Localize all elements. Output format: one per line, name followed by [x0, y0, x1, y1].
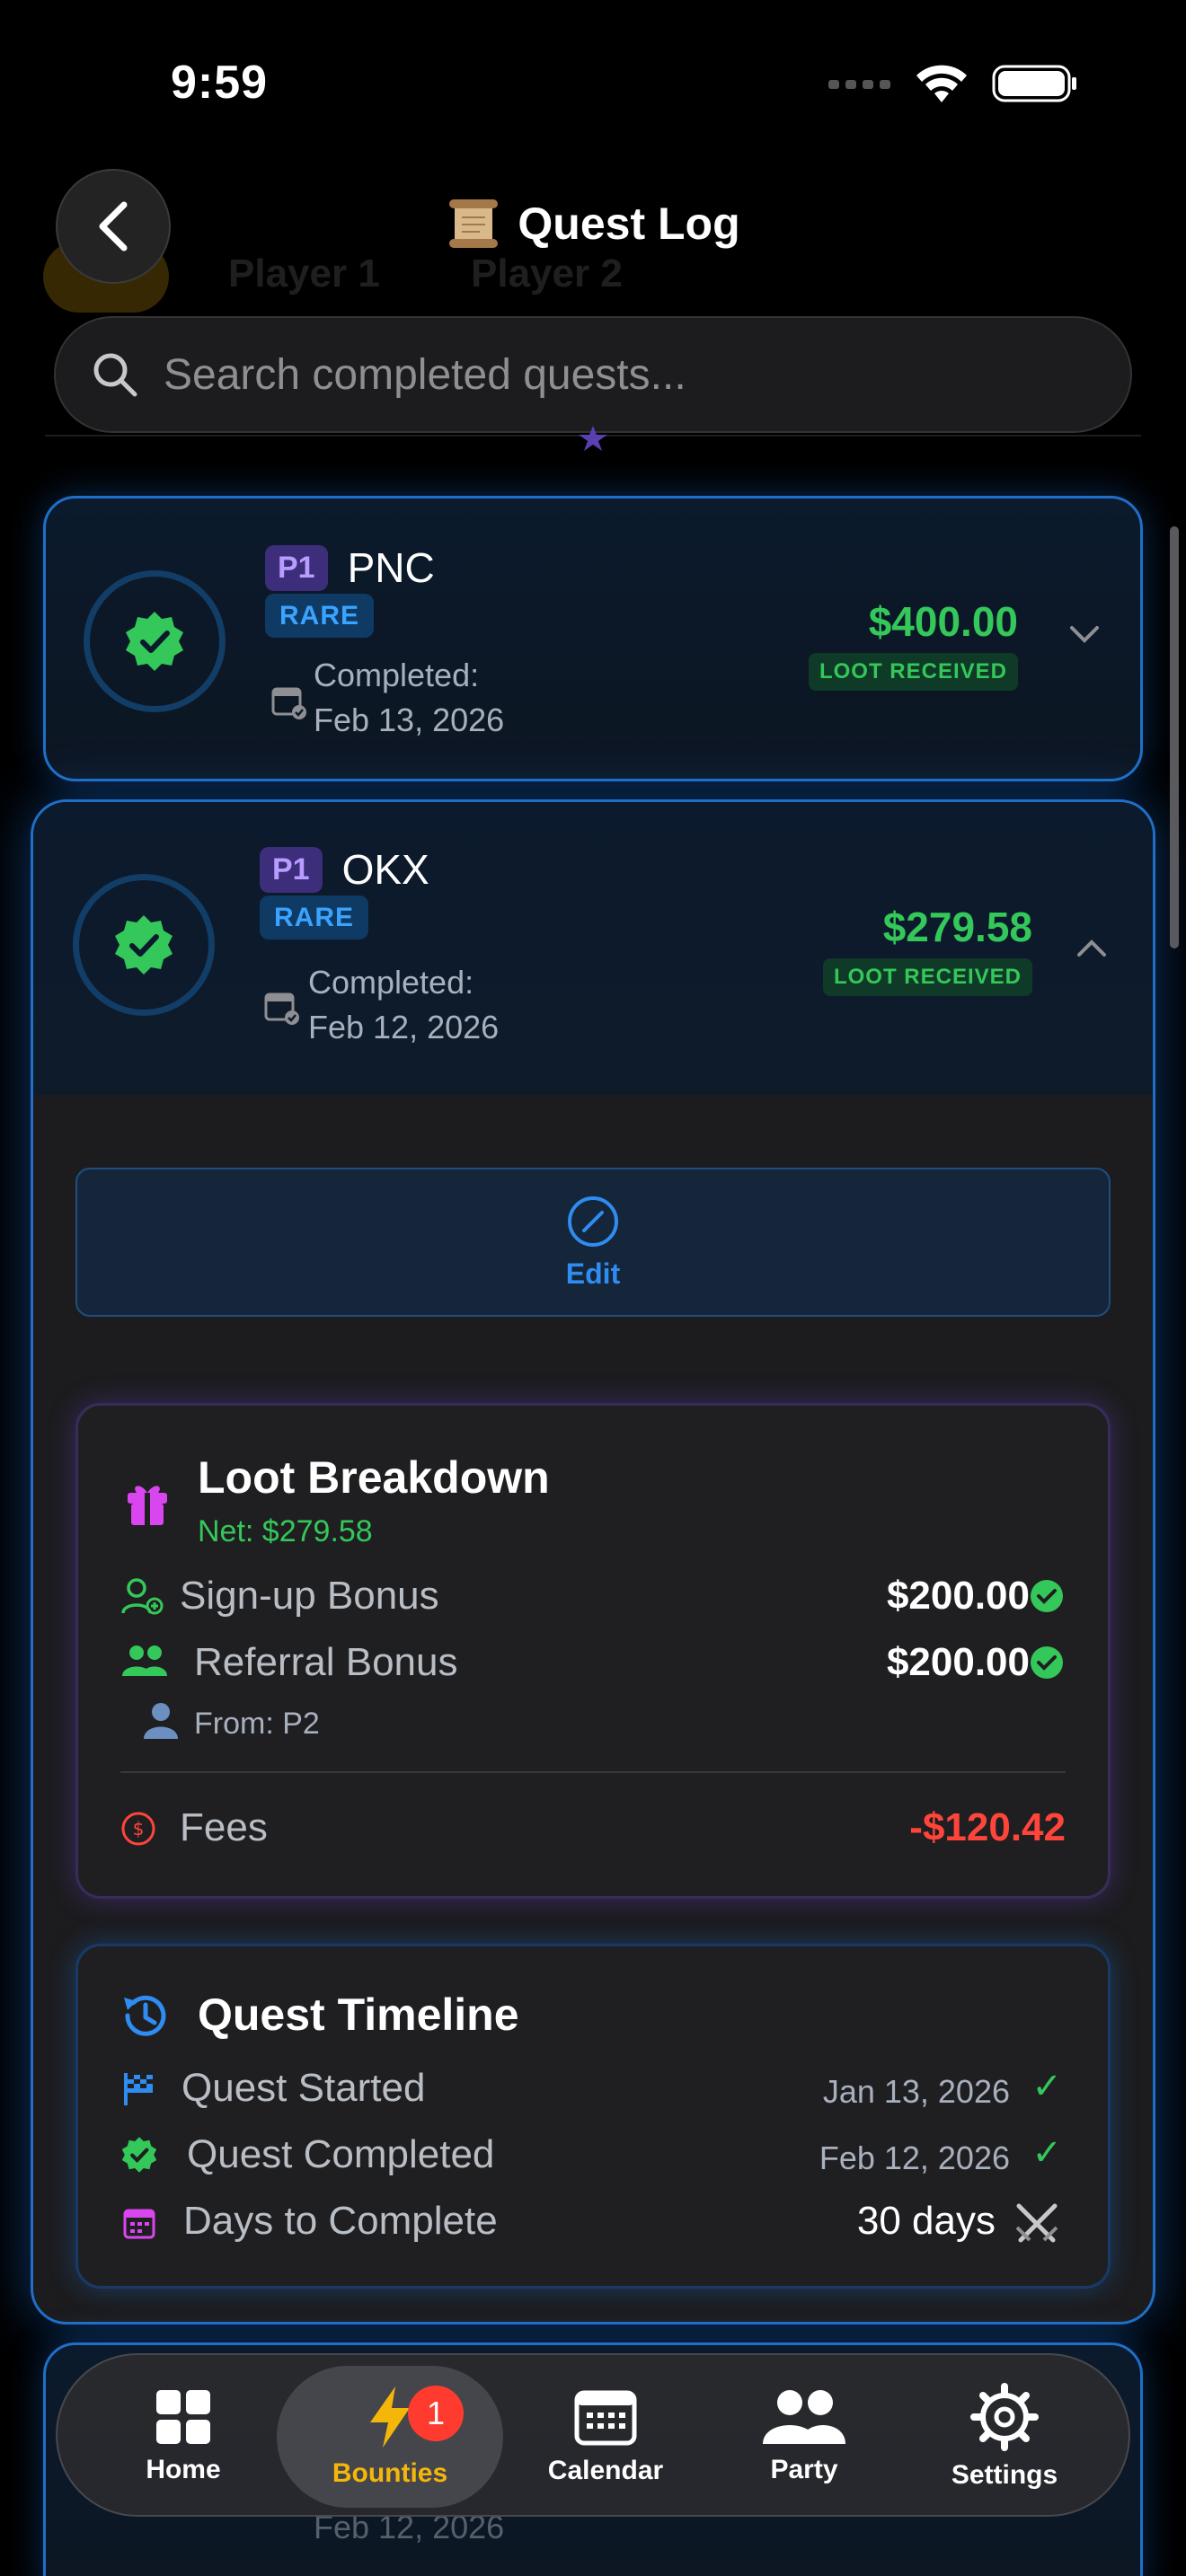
edit-label: Edit	[565, 1257, 621, 1290]
tab-home-label: Home	[146, 2455, 221, 2484]
quest-completed-date: Feb 12, 2026	[819, 2139, 1010, 2176]
rarity-badge: RARE	[260, 895, 369, 940]
loot-breakdown-title: Loot Breakdown	[198, 1452, 550, 1503]
completed-info: Completed: Feb 13, 2026	[314, 653, 504, 743]
star-icon	[579, 426, 607, 451]
loot-net: Net: $279.58	[198, 1514, 373, 1548]
rarity-badge: RARE	[265, 594, 375, 638]
completed-ring	[84, 570, 226, 712]
tab-home[interactable]: Home	[93, 2355, 273, 2519]
completed-date: Feb 13, 2026	[314, 701, 505, 738]
fees-label: Fees	[180, 1805, 268, 1849]
chevron-down-icon[interactable]	[1068, 624, 1101, 646]
verified-badge-icon	[121, 2137, 157, 2173]
loot-divider	[120, 1771, 1066, 1773]
quest-name: OKX	[341, 846, 429, 893]
quest-completed-label: Quest Completed	[187, 2132, 495, 2176]
users-icon	[122, 1645, 167, 1676]
check-circle-icon	[1031, 1646, 1063, 1679]
grid-icon	[156, 2390, 210, 2444]
days-to-complete-label: Days to Complete	[183, 2199, 498, 2243]
flag-checkered-icon	[124, 2073, 153, 2105]
loot-status-badge: LOOT RECEIVED	[822, 958, 1032, 996]
quest-card-pnc[interactable]: P1 PNC RARE Completed: Feb 13, 2026 $400…	[43, 496, 1143, 781]
completed-label: Completed:	[314, 657, 480, 693]
player-badge: P1	[260, 846, 323, 893]
chevron-up-icon[interactable]	[1075, 937, 1108, 958]
tab-calendar-label: Calendar	[547, 2456, 664, 2485]
scrollbar[interactable]	[1170, 526, 1179, 948]
verified-badge-icon	[126, 612, 183, 671]
signup-bonus-label: Sign-up Bonus	[180, 1574, 439, 1618]
status-indicators	[828, 63, 1078, 104]
completed-ring	[73, 874, 215, 1016]
referral-bonus-label: Referral Bonus	[194, 1640, 458, 1684]
edit-button[interactable]: Edit	[75, 1168, 1111, 1317]
loot-amount: $400.00	[868, 598, 1018, 645]
svg-text:$: $	[133, 1818, 145, 1839]
signal-icon	[828, 80, 890, 89]
tab-calendar[interactable]: Calendar	[507, 2355, 704, 2519]
fees-value: -$120.42	[909, 1805, 1066, 1849]
dollar-circle-icon: $	[121, 1812, 155, 1846]
tab-party[interactable]: Party	[710, 2355, 898, 2519]
tab-bounties[interactable]: Bounties 1	[277, 2366, 503, 2508]
battery-icon	[992, 65, 1076, 102]
loot-status-badge: LOOT RECEIVED	[808, 653, 1018, 691]
crossed-swords-icon	[1015, 2203, 1058, 2243]
ghost-tab-player1: Player 1	[228, 251, 380, 296]
gift-icon	[128, 1486, 167, 1525]
notification-badge: 1	[408, 2386, 464, 2441]
quest-timeline-title: Quest Timeline	[198, 1989, 519, 2040]
page-title-text: Quest Log	[518, 198, 740, 249]
search-bar[interactable]	[54, 316, 1132, 433]
status-time: 9:59	[171, 57, 269, 109]
tab-bar: Home Bounties 1 Calendar Party Settings	[56, 2353, 1130, 2517]
completed-label: Completed:	[308, 964, 474, 1001]
check-circle-icon	[1031, 1580, 1063, 1612]
calendar-check-icon	[264, 992, 299, 1025]
player-badge: P1	[265, 544, 328, 591]
calendar-icon	[123, 2209, 155, 2239]
user-plus-icon	[121, 1578, 164, 1615]
loot-amount: $279.58	[882, 904, 1032, 950]
page-title: Quest Log	[0, 196, 1186, 251]
referral-from: From: P2	[194, 1707, 320, 1741]
verified-badge-icon	[115, 915, 173, 975]
tab-settings-label: Settings	[951, 2460, 1058, 2490]
tab-settings[interactable]: Settings	[906, 2355, 1103, 2519]
ghost-tab-player2: Player 2	[471, 251, 623, 296]
users-icon	[763, 2390, 845, 2444]
quest-card-okx-header[interactable]: P1 OKX RARE Completed: Feb 12, 2026 $279…	[33, 802, 1153, 1095]
signup-bonus-value: $200.00	[886, 1574, 1030, 1618]
history-icon	[124, 1995, 166, 2036]
checkmark-icon: ✓	[1031, 2067, 1062, 2106]
quest-started-date: Jan 13, 2026	[822, 2073, 1010, 2110]
tab-bounties-label: Bounties	[332, 2458, 448, 2488]
quest-started-label: Quest Started	[181, 2066, 426, 2110]
tab-party-label: Party	[770, 2455, 838, 2484]
completed-date: Feb 12, 2026	[308, 1009, 500, 1045]
completed-info: Completed: Feb 12, 2026	[308, 960, 499, 1050]
pencil-circle-icon	[568, 1195, 618, 1247]
calendar-icon	[574, 2390, 637, 2446]
wifi-icon	[916, 65, 967, 102]
calendar-check-icon	[271, 687, 306, 719]
referral-bonus-value: $200.00	[886, 1640, 1030, 1684]
scroll-icon	[449, 199, 499, 248]
checkmark-icon: ✓	[1031, 2133, 1062, 2173]
days-to-complete-value: 30 days	[856, 2199, 996, 2243]
search-icon	[93, 353, 137, 397]
quest-name: PNC	[347, 544, 435, 591]
gear-icon	[970, 2383, 1039, 2451]
person-icon	[144, 1703, 178, 1739]
search-input[interactable]	[164, 349, 1062, 400]
